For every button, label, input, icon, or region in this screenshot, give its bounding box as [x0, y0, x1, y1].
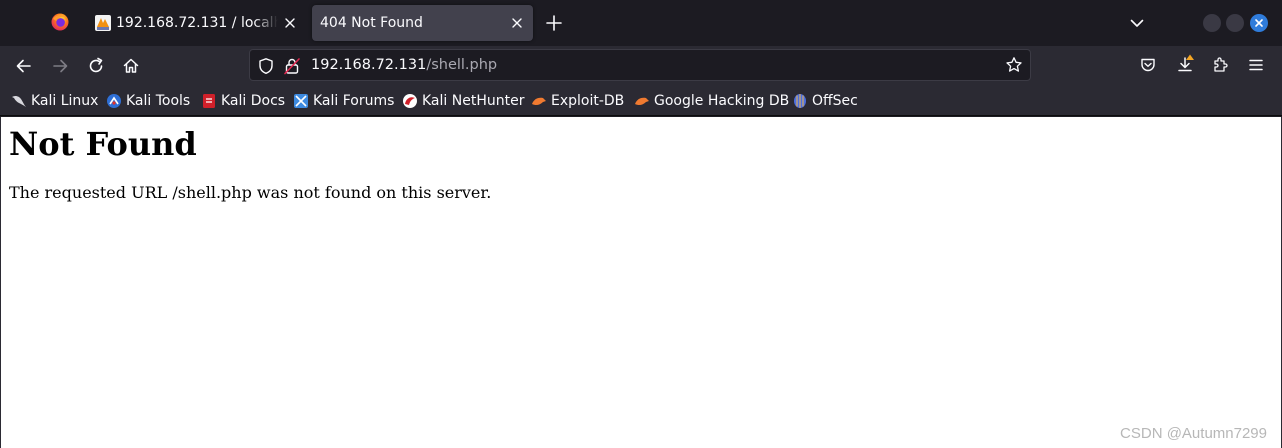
home-icon[interactable] [121, 56, 141, 76]
page-content: Not Found The requested URL /shell.php w… [0, 117, 1282, 448]
close-icon [1255, 19, 1263, 27]
minimize-button[interactable] [1203, 14, 1221, 32]
bookmark-label: Kali Tools [126, 93, 191, 109]
google-hacking-db-icon [635, 97, 649, 106]
tab-strip: 192.168.72.131 / localhost 404 Not Found [0, 0, 1282, 46]
kali-docs-icon [203, 94, 215, 108]
bookmark-kali-nethunter[interactable]: Kali NetHunter [402, 86, 524, 116]
exploit-db-icon [532, 97, 546, 106]
insecure-lock-icon[interactable] [283, 57, 301, 75]
close-tab-icon[interactable] [509, 15, 525, 31]
hamburger-menu-icon[interactable] [1247, 56, 1265, 74]
bookmark-exploit-db[interactable]: Exploit-DB [531, 86, 624, 116]
kali-dragon-icon [12, 95, 26, 107]
extensions-puzzle-icon[interactable] [1211, 56, 1229, 74]
kali-forums-icon [294, 94, 308, 108]
close-tab-icon[interactable] [282, 15, 298, 31]
bookmark-offsec[interactable]: OffSec [792, 86, 858, 116]
bookmark-label: Google Hacking DB [654, 93, 790, 109]
bookmark-kali-tools[interactable]: Kali Tools [106, 86, 190, 116]
tab-404-not-found[interactable]: 404 Not Found [312, 5, 533, 41]
new-tab-icon[interactable] [544, 13, 564, 33]
forward-arrow-icon[interactable] [50, 56, 70, 76]
bookmark-google-hacking-db[interactable]: Google Hacking DB [634, 86, 789, 116]
reload-icon[interactable] [86, 56, 106, 76]
chevron-down-icon[interactable] [1129, 15, 1145, 31]
firefox-icon[interactable] [51, 13, 69, 31]
error-message: The requested URL /shell.php was not fou… [9, 183, 492, 202]
bookmarks-toolbar: Kali Linux Kali Tools Kali Docs Kali For… [0, 86, 1282, 116]
maximize-button[interactable] [1226, 14, 1244, 32]
kali-tools-icon [107, 94, 121, 108]
navigation-toolbar: 192.168.72.131/shell.php [0, 46, 1282, 86]
bookmark-label: OffSec [812, 93, 858, 109]
kali-nethunter-icon [403, 94, 417, 108]
tab-title: 404 Not Found [320, 15, 423, 31]
url-text[interactable]: 192.168.72.131/shell.php [311, 50, 497, 80]
tab-phpmyadmin[interactable]: 192.168.72.131 / localhost [87, 5, 306, 41]
url-host: 192.168.72.131 [311, 57, 427, 73]
back-arrow-icon[interactable] [14, 56, 34, 76]
bookmark-star-icon[interactable] [1005, 56, 1023, 74]
bookmark-label: Exploit-DB [551, 93, 625, 109]
address-bar[interactable]: 192.168.72.131/shell.php [249, 49, 1031, 81]
close-window-button[interactable] [1250, 14, 1268, 32]
bookmark-kali-linux[interactable]: Kali Linux [11, 86, 98, 116]
bookmark-kali-docs[interactable]: Kali Docs [201, 86, 285, 116]
bookmark-label: Kali Docs [221, 93, 286, 109]
bookmark-label: Kali Forums [313, 93, 395, 109]
offsec-icon [794, 94, 806, 108]
bookmark-label: Kali Linux [31, 93, 99, 109]
tracking-protection-shield-icon[interactable] [257, 57, 275, 75]
phpmyadmin-icon [95, 15, 111, 31]
downloads-icon[interactable] [1175, 52, 1197, 74]
bookmark-label: Kali NetHunter [422, 93, 525, 109]
page-heading: Not Found [9, 125, 197, 163]
tab-title: 192.168.72.131 / localhost [116, 15, 278, 31]
url-path: /shell.php [426, 57, 498, 73]
watermark: CSDN @Autumn7299 [1120, 425, 1267, 442]
pocket-icon[interactable] [1139, 56, 1157, 74]
bookmark-kali-forums[interactable]: Kali Forums [293, 86, 394, 116]
